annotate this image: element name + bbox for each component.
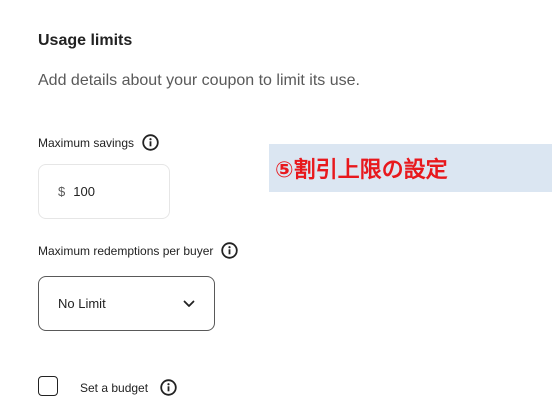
max-redemptions-label-row: Maximum redemptions per buyer: [38, 242, 239, 259]
max-savings-input[interactable]: $ 100: [38, 164, 170, 219]
section-description: Add details about your coupon to limit i…: [38, 72, 360, 89]
set-budget-label-row: Set a budget: [80, 379, 177, 396]
max-redemptions-selected: No Limit: [58, 296, 106, 311]
set-budget-label: Set a budget: [80, 380, 149, 395]
set-budget-checkbox[interactable]: [38, 376, 58, 396]
currency-symbol: $: [58, 184, 66, 199]
info-circle-icon[interactable]: [142, 134, 159, 151]
max-redemptions-label: Maximum redemptions per buyer: [38, 243, 214, 258]
max-savings-label: Maximum savings: [38, 135, 135, 150]
info-circle-icon[interactable]: [221, 242, 239, 259]
max-redemptions-select[interactable]: No Limit: [38, 276, 215, 331]
chevron-down-icon: [183, 296, 195, 311]
annotation-callout: ⑤割引上限の設定: [269, 144, 552, 192]
max-savings-value: 100: [73, 184, 95, 199]
max-savings-label-row: Maximum savings: [38, 134, 159, 151]
section-title: Usage limits: [38, 32, 133, 49]
info-circle-icon[interactable]: [160, 379, 177, 396]
